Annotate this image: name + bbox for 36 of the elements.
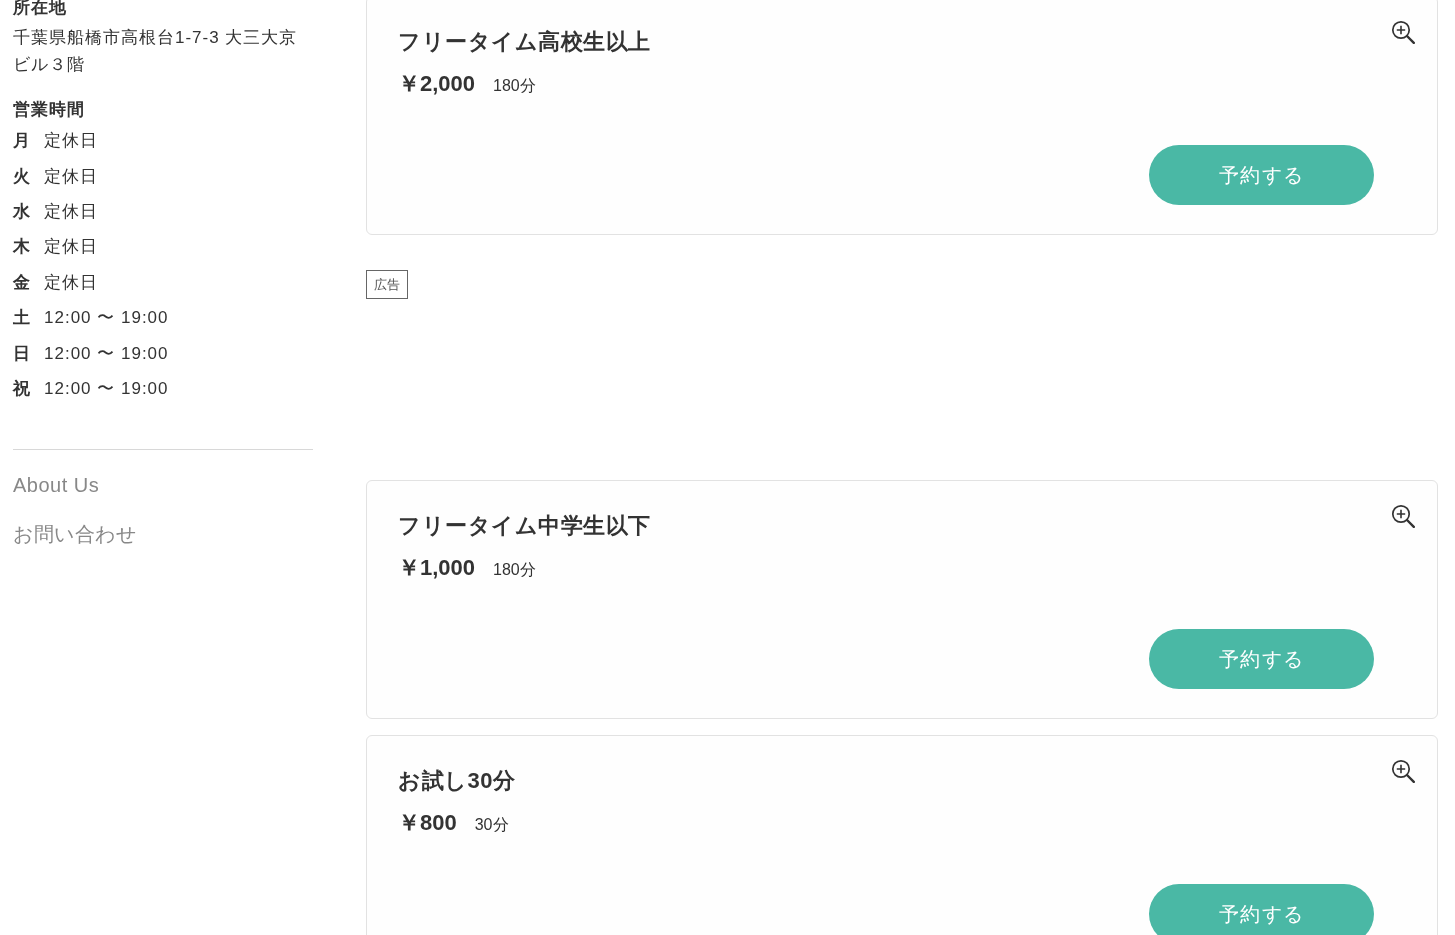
price-text: ￥800 bbox=[398, 809, 457, 837]
plan-title: お試し30分 bbox=[398, 767, 517, 795]
price-text: ￥1,000 bbox=[398, 554, 476, 582]
weekday-label: 月 bbox=[13, 130, 32, 153]
opening-hours-text: 定休日 bbox=[44, 236, 99, 259]
duration-text: 180分 bbox=[493, 560, 536, 580]
duration-text: 180分 bbox=[493, 76, 536, 96]
footer-link[interactable]: About Us bbox=[13, 470, 100, 501]
zoom-in-icon[interactable] bbox=[1391, 759, 1415, 783]
opening-hours-text: 12:00 〜 19:00 bbox=[44, 307, 170, 330]
weekday-label: 金 bbox=[13, 271, 32, 294]
opening-hours-text: 定休日 bbox=[44, 271, 99, 294]
footer-link[interactable]: お問い合わせ bbox=[13, 519, 136, 550]
reserve-button[interactable]: 予約する bbox=[1149, 884, 1374, 935]
weekday-label: 土 bbox=[13, 307, 32, 330]
weekday-label: 水 bbox=[13, 200, 32, 223]
weekday-label: 木 bbox=[13, 236, 32, 259]
opening-hours-text: 12:00 〜 19:00 bbox=[44, 377, 170, 400]
plan-title: フリータイム中学生以下 bbox=[398, 512, 652, 540]
plan-title: フリータイム高校生以上 bbox=[398, 28, 652, 56]
opening-hours-text: 定休日 bbox=[44, 200, 99, 223]
reserve-button[interactable]: 予約する bbox=[1149, 629, 1374, 689]
opening-hours-text: 定休日 bbox=[44, 165, 99, 188]
address-text: 千葉県船橋市高根台1-7-3 大三大京ビル３階 bbox=[13, 27, 299, 76]
opening-hours-text: 12:00 〜 19:00 bbox=[44, 342, 170, 365]
zoom-in-icon[interactable] bbox=[1391, 504, 1415, 528]
weekday-label: 祝 bbox=[13, 377, 32, 400]
ad-label: 広告 bbox=[366, 270, 408, 299]
hours-heading: 営業時間 bbox=[13, 99, 86, 121]
duration-text: 30分 bbox=[474, 815, 509, 835]
opening-hours-text: 定休日 bbox=[44, 130, 99, 153]
weekday-label: 火 bbox=[13, 165, 32, 188]
zoom-in-icon[interactable] bbox=[1391, 20, 1415, 44]
price-text: ￥2,000 bbox=[398, 70, 476, 98]
weekday-label: 日 bbox=[13, 342, 32, 365]
reserve-button[interactable]: 予約する bbox=[1149, 145, 1374, 205]
